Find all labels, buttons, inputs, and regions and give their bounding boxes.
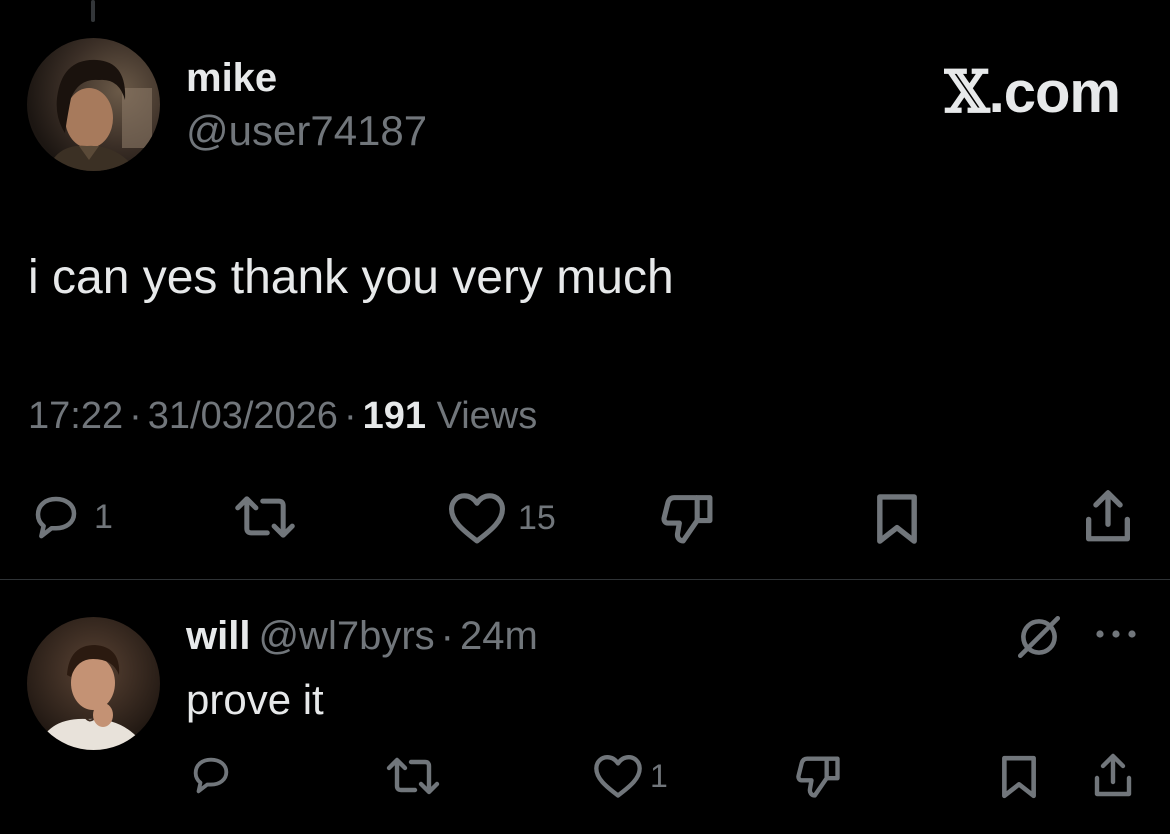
share-upload-icon [1086, 490, 1130, 542]
views-count[interactable]: 191 [363, 395, 426, 437]
reply-separator: · [440, 614, 454, 658]
grok-button[interactable] [1014, 612, 1064, 667]
repost-arrows-icon [386, 757, 440, 795]
reply-like-button[interactable]: 1 [592, 752, 668, 800]
heart-icon [594, 754, 642, 798]
x-com-logo-suffix: .com [988, 60, 1121, 125]
like-button[interactable]: 15 [446, 490, 556, 546]
meta-separator: · [129, 395, 142, 437]
repost-button[interactable] [232, 492, 298, 542]
tweet-divider [0, 579, 1170, 580]
reply-bookmark-button[interactable] [998, 754, 1040, 800]
share-upload-icon [1094, 753, 1132, 797]
author-handle[interactable]: @user74187 [186, 107, 427, 155]
more-options-button[interactable] [1094, 624, 1138, 649]
reply-text: prove it [186, 676, 324, 723]
bookmark-button[interactable] [872, 492, 922, 546]
reply-like-count: 1 [650, 757, 668, 794]
reply-display-name[interactable]: will [186, 614, 250, 658]
tweet-date[interactable]: 31/03/2026 [148, 395, 338, 437]
reply-header: will @wl7byrs · 24m [186, 614, 538, 659]
grok-slash-circle-icon [1017, 615, 1061, 659]
views-label[interactable]: Views [437, 395, 538, 437]
reply-reply-button[interactable] [186, 752, 236, 798]
reply-count: 1 [94, 497, 113, 536]
x-logo-icon: 𝕏 [944, 58, 990, 126]
tweet-time[interactable]: 17:22 [28, 395, 123, 437]
more-dots-icon [1096, 630, 1136, 638]
meta-separator: · [343, 395, 357, 437]
like-count: 15 [518, 498, 556, 537]
speech-bubble-icon [35, 496, 77, 539]
bookmark-icon [1002, 755, 1036, 799]
bookmark-icon [877, 494, 917, 544]
reply-dislike-button[interactable] [792, 752, 844, 800]
reply-author-avatar[interactable] [27, 617, 160, 750]
share-button[interactable] [1080, 488, 1136, 546]
heart-icon [448, 493, 505, 544]
author-avatar[interactable] [27, 38, 160, 171]
speech-bubble-icon [193, 757, 229, 794]
thumbs-down-icon [796, 756, 840, 798]
reply-repost-button[interactable] [384, 754, 442, 798]
reply-timestamp[interactable]: 24m [460, 614, 538, 658]
reply-handle[interactable]: @wl7byrs [258, 614, 434, 658]
thread-connector-line [91, 0, 95, 22]
thumbs-down-icon [661, 495, 713, 544]
reply-button[interactable]: 1 [28, 490, 113, 544]
x-com-logo: 𝕏.com [944, 58, 1121, 126]
reply-share-button[interactable] [1090, 752, 1136, 800]
repost-arrows-icon [235, 496, 295, 538]
author-display-name[interactable]: mike [186, 56, 277, 101]
tweet-meta: 17:22 · 31/03/2026 · 191 Views [28, 395, 537, 438]
tweet-text: i can yes thank you very much [28, 251, 674, 304]
dislike-button[interactable] [656, 490, 718, 546]
